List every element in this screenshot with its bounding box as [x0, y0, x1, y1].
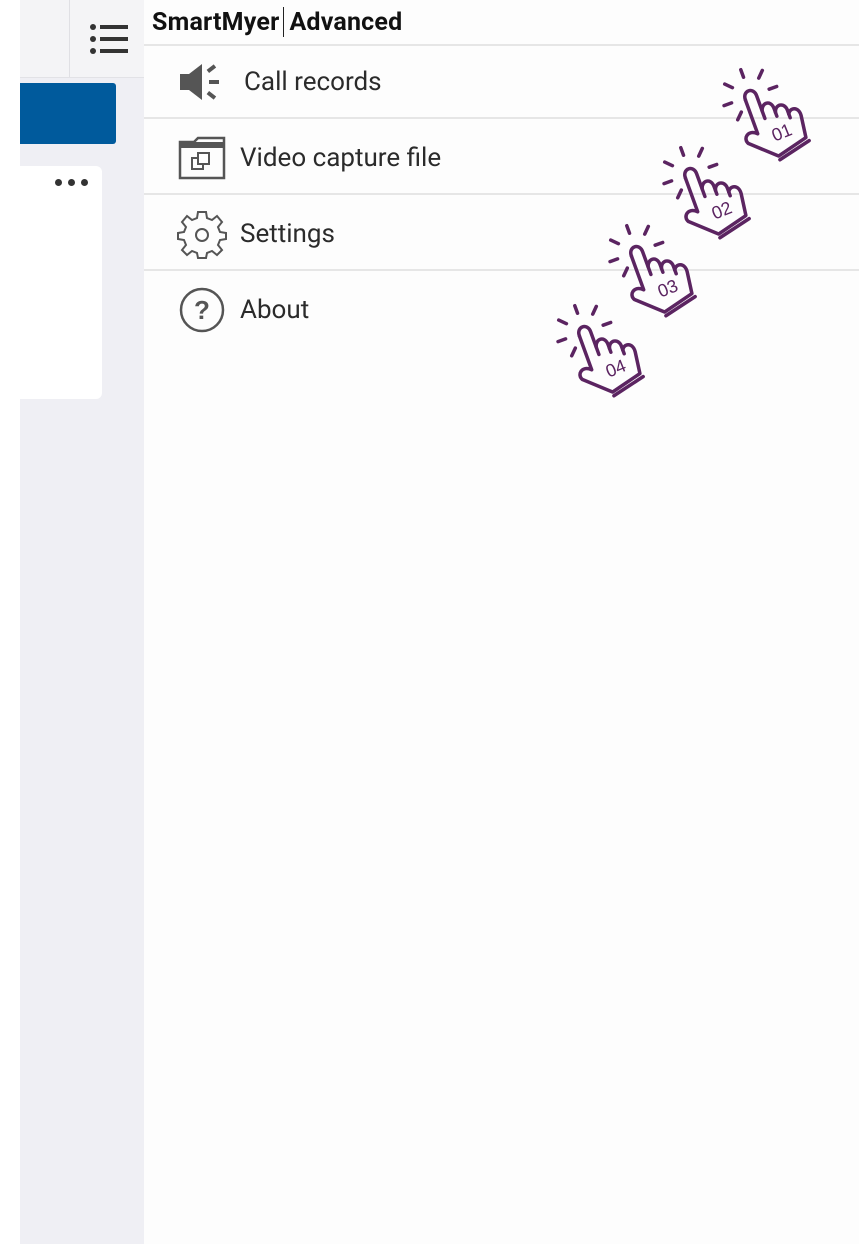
menu-item-label: About [240, 295, 310, 325]
menu-item-label: Call records [244, 67, 382, 97]
content-card [20, 166, 102, 399]
more-dot-icon [67, 178, 75, 186]
svg-text:?: ? [194, 295, 210, 325]
selected-tab-bar[interactable] [20, 83, 116, 144]
speaker-icon [176, 56, 228, 108]
menu-item-about[interactable]: ? About [144, 272, 859, 348]
more-dot-icon [80, 178, 88, 186]
menu-toggle-button[interactable] [84, 18, 134, 60]
menu-item-label: Settings [240, 219, 335, 249]
more-dot-icon [54, 178, 62, 186]
app-title: SmartMyer Advanced [152, 4, 402, 40]
app-title-right: Advanced [289, 7, 403, 37]
title-divider [283, 7, 285, 37]
more-options-button[interactable] [44, 170, 98, 194]
folder-icon [176, 132, 228, 184]
step-number: 04 [603, 355, 629, 381]
list-menu-icon [90, 24, 128, 54]
gear-icon [176, 208, 228, 260]
menu-divider [144, 269, 859, 271]
tap-hand-icon: 04 [546, 284, 680, 414]
toolbar-divider [69, 0, 70, 77]
help-circle-icon: ? [176, 284, 228, 336]
app-title-left: SmartMyer [152, 7, 280, 37]
menu-item-label: Video capture file [240, 143, 442, 173]
